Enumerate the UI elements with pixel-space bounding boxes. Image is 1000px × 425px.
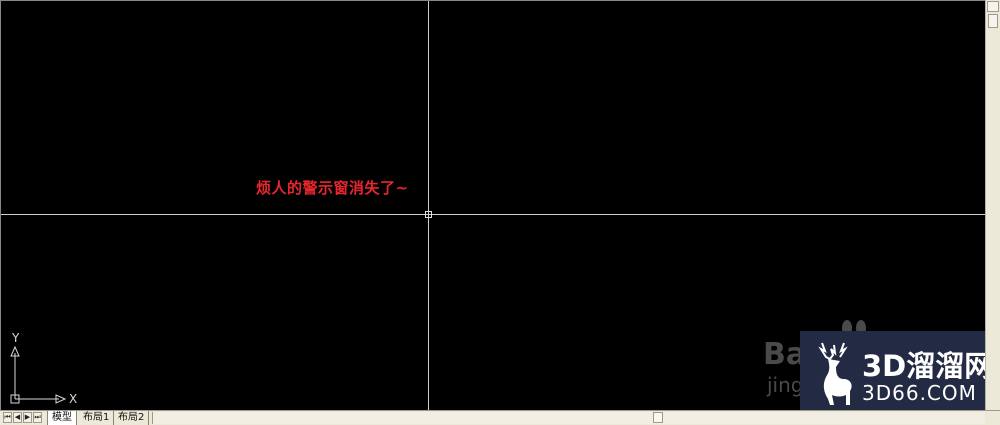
tab-model[interactable]: 模型	[47, 411, 77, 425]
last-tab-icon[interactable]: ⏭	[33, 412, 42, 423]
ucs-x-label: X	[69, 392, 78, 406]
next-tab-icon[interactable]: ▶	[23, 412, 32, 423]
drawing-canvas[interactable]: 烦人的警示窗消失了~ Y X Ba jing 3D溜溜网 3D66.COM	[0, 0, 985, 410]
brand-domain: 3D66.COM	[862, 381, 977, 405]
horizontal-scrollbar[interactable]	[152, 412, 985, 424]
autocad-window: 烦人的警示窗消失了~ Y X Ba jing 3D溜溜网 3D66.COM ⏮ …	[0, 0, 1000, 425]
scroll-up-button[interactable]	[987, 1, 999, 12]
cursor-pickbox	[425, 211, 432, 218]
layout-tab-bar: ⏮ ◀ ▶ ⏭ 模型 布局1 布局2	[0, 410, 1000, 425]
crosshair-vertical	[428, 1, 429, 410]
tab-layout1[interactable]: 布局1	[79, 411, 115, 425]
baidu-watermark-sub: jing	[767, 373, 804, 397]
ucs-icon: Y X	[5, 331, 85, 410]
brand-title: 3D溜溜网	[862, 349, 985, 383]
ucs-y-label: Y	[12, 331, 20, 345]
vertical-scrollbar[interactable]	[985, 0, 1000, 410]
crosshair-horizontal	[1, 214, 985, 215]
annotation-text: 烦人的警示窗消失了~	[256, 179, 409, 197]
horizontal-scroll-thumb[interactable]	[653, 412, 663, 423]
tab-layout2[interactable]: 布局2	[114, 411, 150, 425]
first-tab-icon[interactable]: ⏮	[3, 412, 12, 423]
brand-watermark: 3D溜溜网 3D66.COM	[800, 331, 985, 410]
prev-tab-icon[interactable]: ◀	[13, 412, 22, 423]
vertical-scroll-thumb[interactable]	[988, 14, 998, 28]
deer-logo-icon	[810, 337, 858, 410]
